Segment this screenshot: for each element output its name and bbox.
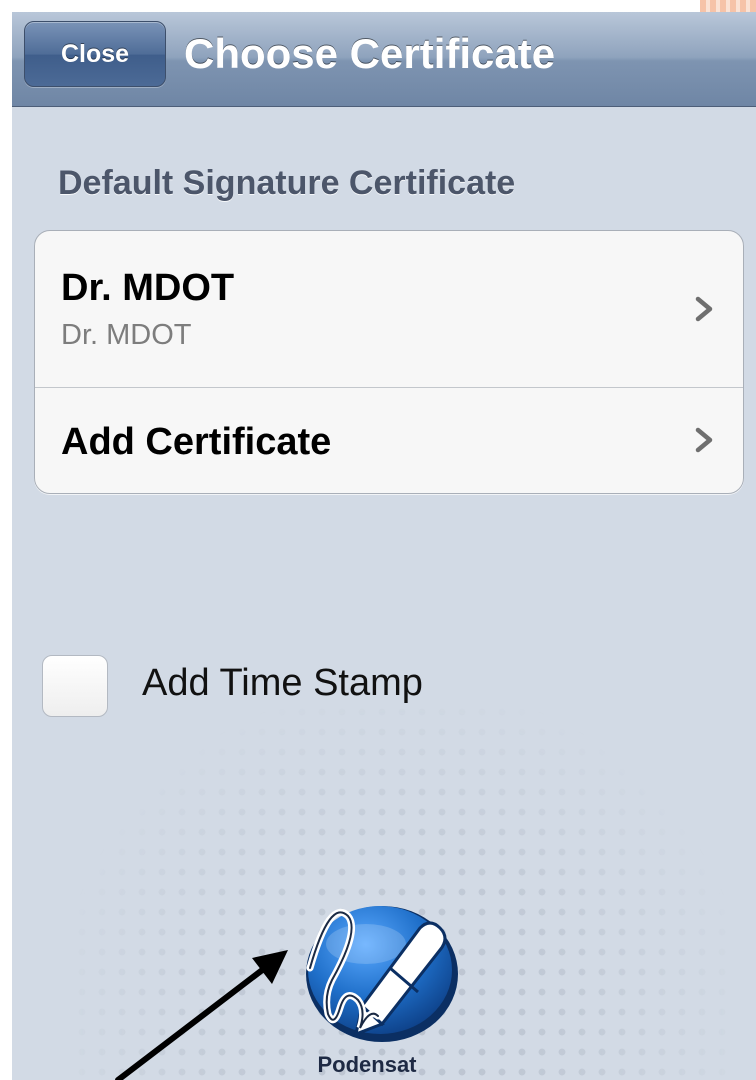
page-title: Choose Certificate xyxy=(184,30,556,77)
certificate-list: Dr. MDOT Dr. MDOT Add Certificate xyxy=(34,230,744,494)
app-screen: Close Choose Certificate Default Signatu… xyxy=(12,12,756,1080)
close-button[interactable]: Close xyxy=(24,21,166,87)
signature-pen-logo-icon xyxy=(306,906,458,1042)
navigation-bar: Close Choose Certificate xyxy=(12,12,756,107)
certificate-subtitle: Dr. MDOT xyxy=(61,319,192,351)
time-stamp-label: Add Time Stamp xyxy=(142,662,423,704)
chevron-right-icon xyxy=(695,427,713,453)
callout-arrow-icon xyxy=(115,950,288,1080)
section-header: Default Signature Certificate xyxy=(58,164,516,202)
chevron-right-icon xyxy=(695,296,713,322)
add-certificate-row[interactable]: Add Certificate xyxy=(35,388,743,493)
brand-name: Podensat xyxy=(317,1052,417,1077)
add-certificate-label: Add Certificate xyxy=(61,421,332,463)
certificate-row-dr-mdot[interactable]: Dr. MDOT Dr. MDOT xyxy=(35,231,743,388)
certificate-title: Dr. MDOT xyxy=(61,267,235,309)
